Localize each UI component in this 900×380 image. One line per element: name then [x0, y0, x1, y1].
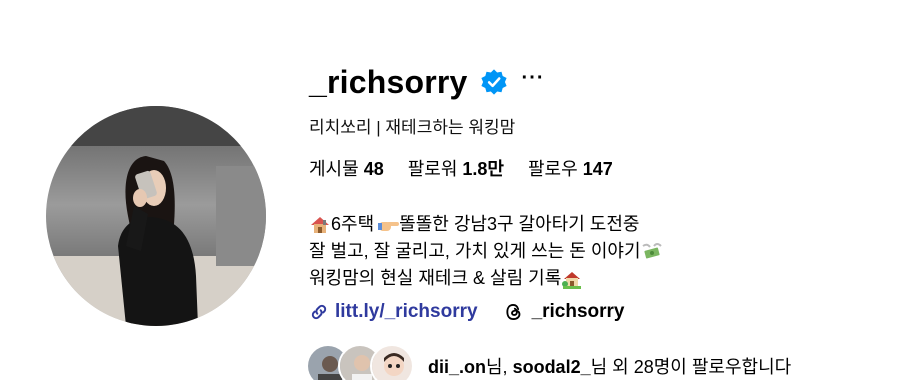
profile-info: _richsorry ··· 리치쏘리 | 재테크하는 워킹맘 게시물 48 팔로… [309, 60, 879, 323]
username: _richsorry [309, 63, 468, 100]
stat-posts-label: 게시물 [309, 159, 359, 179]
stat-followers[interactable]: 팔로워 1.8만 [408, 155, 504, 181]
website-link[interactable]: litt.ly/_richsorry [309, 301, 478, 323]
followed-by-text: dii_.on님, soodal2_님 외 28명이 팔로우합니다 [428, 353, 791, 379]
follower-name-1[interactable]: dii_.on [428, 357, 486, 377]
house-icon [309, 214, 331, 236]
link-icon [311, 304, 327, 320]
profile-avatar[interactable] [46, 106, 266, 326]
stat-followers-label: 팔로워 [407, 159, 458, 179]
bio-line-3: 워킹맘의 현실 재테크 & 살림 기록 [309, 265, 879, 292]
stat-following[interactable]: 팔로우 147 [528, 155, 613, 181]
followed-by-avatars [306, 344, 414, 380]
bio-line-3-text: 워킹맘의 현실 재테크 & 살림 기록 [309, 268, 562, 288]
follower-avatar-3 [370, 344, 414, 380]
links-row: litt.ly/_richsorry _richsorry [309, 301, 879, 323]
stat-followers-value: 1.8만 [462, 159, 504, 179]
stats-row: 게시물 48 팔로워 1.8만 팔로우 147 [309, 155, 879, 181]
full-name: 리치쏘리 | 재테크하는 워킹맘 [309, 118, 516, 137]
follower-name-2[interactable]: soodal2_ [513, 357, 591, 377]
bio-line-1-text-b: 똘똘한 강남3구 갈아타기 도전중 [399, 214, 640, 234]
threads-link-text: _richsorry [531, 301, 625, 322]
username-row: _richsorry ··· [309, 60, 879, 104]
followed-by-row[interactable]: dii_.on님, soodal2_님 외 28명이 팔로우합니다 [306, 344, 791, 380]
more-options-button[interactable]: ··· [522, 68, 545, 96]
stat-following-label: 팔로우 [528, 159, 578, 179]
bio-line-2: 잘 벌고, 잘 굴리고, 가치 있게 쓰는 돈 이야기 [309, 238, 879, 265]
followed-by-suffix: 님 외 28명이 팔로우합니다 [590, 357, 792, 377]
stat-posts-value: 48 [363, 159, 384, 179]
stat-following-value: 147 [582, 159, 613, 179]
verified-badge-icon [480, 68, 508, 96]
bio-line-2-text: 잘 벌고, 잘 굴리고, 가치 있게 쓰는 돈 이야기 [309, 241, 641, 261]
house-with-garden-icon [561, 268, 583, 290]
followed-by-sep: 님, [486, 357, 513, 377]
threads-link[interactable]: _richsorry [504, 301, 625, 323]
money-with-wings-icon [641, 241, 663, 263]
bio: 6주택 똘똘한 강남3구 갈아타기 도전중 잘 벌고, 잘 굴리고, 가치 있게… [309, 211, 879, 292]
avatar-photo [46, 106, 266, 326]
threads-icon [505, 303, 520, 321]
pointing-hand-icon [377, 214, 400, 236]
bio-line-1-text-a: 6주택 [331, 214, 375, 234]
website-link-text: litt.ly/_richsorry [335, 301, 478, 322]
bio-line-1: 6주택 똘똘한 강남3구 갈아타기 도전중 [309, 211, 879, 238]
stat-posts: 게시물 48 [309, 155, 384, 181]
